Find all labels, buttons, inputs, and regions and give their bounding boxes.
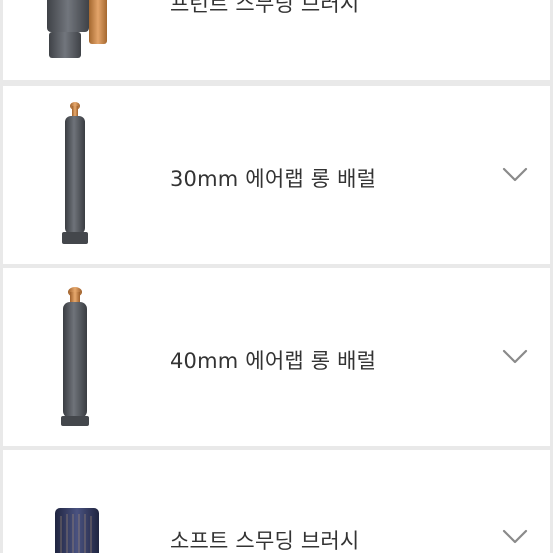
soft-smoothing-brush-icon [3, 450, 153, 553]
chevron-down-icon[interactable] [502, 167, 528, 183]
hair-tool-attachment-icon [3, 0, 153, 80]
chevron-down-icon[interactable] [502, 349, 528, 365]
accessory-name: 소프트 스무딩 브러시 [170, 529, 360, 553]
long-barrel-30mm-icon [3, 86, 153, 264]
accessory-name: 30mm 에어랩 롱 배럴 [170, 167, 377, 191]
chevron-down-icon[interactable] [502, 529, 528, 545]
accessory-item-soft-smoothing-brush[interactable]: 소프트 스무딩 브러시 [3, 450, 550, 553]
accessory-item-40mm-long-barrel[interactable]: 40mm 에어랩 롱 배럴 [3, 268, 550, 446]
accessory-item-front-smoothing-brush[interactable]: 프런트 스무딩 브러시 [3, 0, 550, 80]
long-barrel-40mm-icon [3, 268, 153, 446]
accessory-name: 40mm 에어랩 롱 배럴 [170, 349, 377, 373]
accessory-list: 프런트 스무딩 브러시 30mm 에어랩 롱 배럴 40mm 에어랩 롱 배럴 … [0, 0, 553, 553]
accessory-item-30mm-long-barrel[interactable]: 30mm 에어랩 롱 배럴 [3, 86, 550, 264]
accessory-name: 프런트 스무딩 브러시 [170, 0, 360, 16]
